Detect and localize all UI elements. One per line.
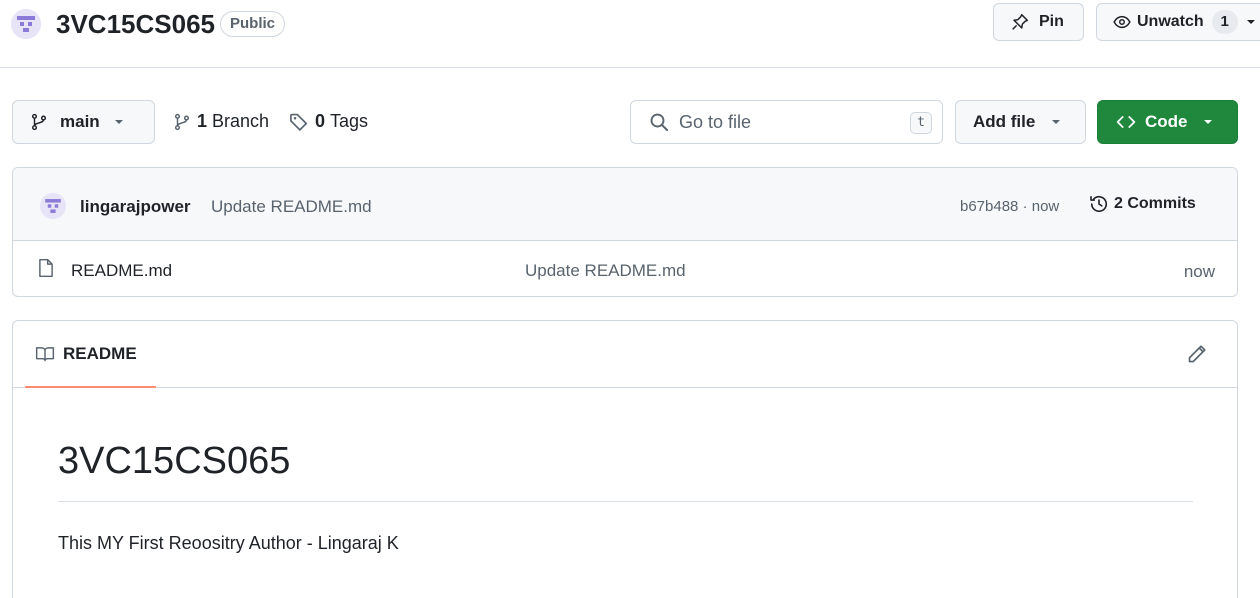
readme-panel: README 3VC15CS065 This MY First Reoositr… <box>12 320 1238 598</box>
commit-author[interactable]: lingarajpower <box>80 197 191 217</box>
commits-history-link[interactable]: 2 Commits <box>1089 194 1196 214</box>
add-file-button[interactable]: Add file <box>955 100 1086 144</box>
latest-commit-row: lingarajpower Update README.md b67b488 ·… <box>13 168 1237 241</box>
shortcut-key: t <box>910 112 932 134</box>
readme-title: 3VC15CS065 <box>58 440 291 482</box>
commit-author-avatar[interactable] <box>40 193 66 219</box>
file-name[interactable]: README.md <box>71 261 172 281</box>
pin-button[interactable]: Pin <box>993 3 1084 41</box>
pencil-icon[interactable] <box>1187 344 1207 364</box>
readme-header: README <box>13 321 1237 388</box>
caret-down-icon <box>1246 20 1255 24</box>
commits-label: 2 Commits <box>1114 195 1196 212</box>
readme-tab-label: README <box>63 343 137 363</box>
repo-owner-avatar[interactable] <box>11 9 41 39</box>
code-button[interactable]: Code <box>1097 100 1238 144</box>
code-icon <box>1116 116 1136 128</box>
file-browser: lingarajpower Update README.md b67b488 ·… <box>12 167 1238 297</box>
tab-readme[interactable]: README <box>25 321 156 388</box>
git-branch-icon <box>174 113 190 130</box>
branch-label: Branch <box>212 111 270 131</box>
tags-link[interactable]: 0 Tags <box>289 111 368 132</box>
tag-label: Tags <box>330 111 369 131</box>
file-icon <box>39 258 53 278</box>
pin-icon <box>1012 13 1029 30</box>
tag-icon <box>290 113 308 131</box>
add-file-label: Add file <box>973 112 1036 131</box>
readme-body: This MY First Reoositry Author - Lingara… <box>58 533 399 553</box>
go-to-file-input[interactable] <box>679 111 899 133</box>
book-icon <box>35 346 55 361</box>
unwatch-button[interactable]: Unwatch 1 <box>1096 3 1260 41</box>
file-time: now <box>1183 262 1215 281</box>
readme-divider <box>58 501 1193 502</box>
commit-message[interactable]: Update README.md <box>211 197 372 217</box>
branch-count: 1 <box>197 111 208 131</box>
pin-label: Pin <box>1039 13 1064 30</box>
repo-name[interactable]: 3VC15CS065 <box>56 8 215 40</box>
tag-count: 0 <box>315 111 326 131</box>
eye-icon <box>1113 15 1131 29</box>
watch-count: 1 <box>1211 10 1238 34</box>
identicon-icon <box>11 9 41 39</box>
file-commit-message[interactable]: Update README.md <box>525 261 686 281</box>
caret-down-icon <box>114 120 123 124</box>
branches-link[interactable]: 1 Branch <box>173 111 269 132</box>
caret-down-icon <box>1052 120 1061 124</box>
branch-select-button[interactable]: main <box>12 100 155 144</box>
commit-hash-time[interactable]: b67b488 · now <box>960 198 1059 215</box>
git-branch-icon <box>31 113 47 131</box>
unwatch-label: Unwatch <box>1137 13 1204 30</box>
history-icon <box>1090 195 1108 213</box>
code-label: Code <box>1145 112 1188 131</box>
identicon-icon <box>40 193 66 219</box>
repo-header: 3VC15CS065 Public Pin Unwatch 1 <box>0 0 1260 68</box>
go-to-file-box[interactable]: t <box>630 100 943 144</box>
branch-name: main <box>60 112 100 131</box>
table-row[interactable]: README.md Update README.md now <box>13 241 1237 296</box>
visibility-badge: Public <box>220 11 286 37</box>
search-icon <box>650 113 669 132</box>
caret-down-icon <box>1203 120 1212 124</box>
